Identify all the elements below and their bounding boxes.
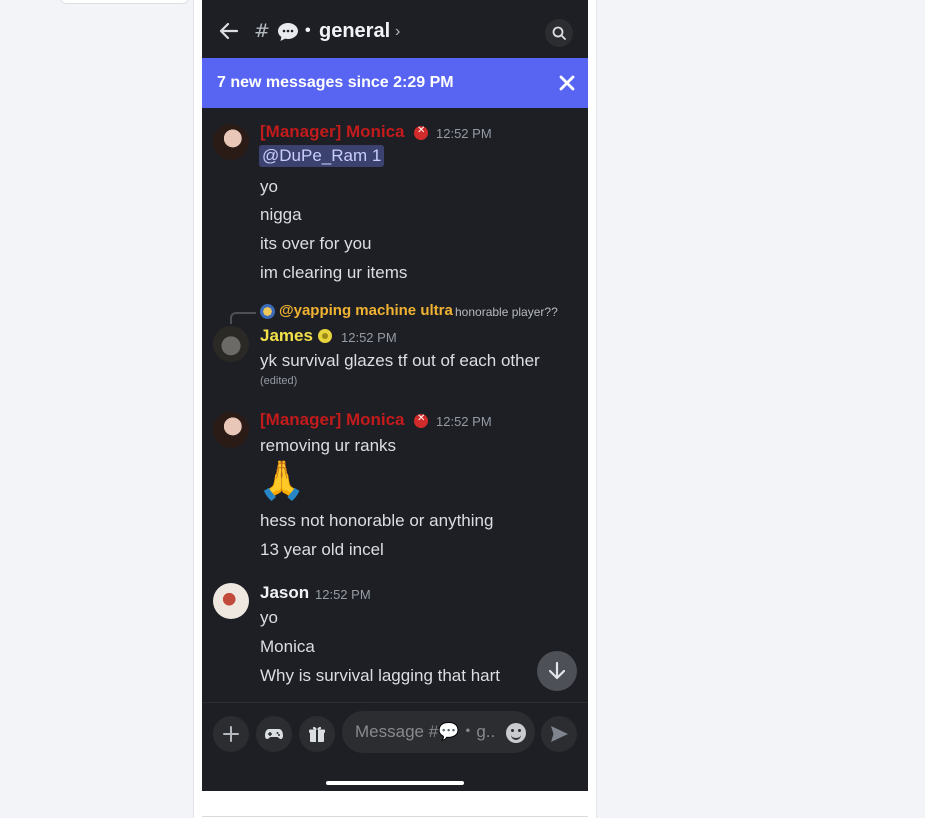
avatar[interactable]: [213, 412, 249, 448]
message-line: nigga: [260, 205, 302, 224]
close-icon[interactable]: [558, 74, 576, 92]
role-badge-icon: [414, 413, 428, 428]
activities-button[interactable]: [256, 716, 292, 752]
message-line: removing ur ranks: [260, 436, 397, 455]
message-line: 13 year old incel: [260, 540, 384, 559]
channel-header: # • general ›: [202, 0, 588, 58]
emoji-icon[interactable]: [506, 723, 526, 743]
avatar[interactable]: [213, 326, 249, 362]
reply-preview[interactable]: honorable player??: [455, 305, 558, 319]
arrow-down-icon: [548, 661, 566, 680]
composer-bar: [202, 702, 588, 791]
message-line: its over for you: [260, 234, 372, 253]
message-list: [Manager] Monica 12:52 PM @DuPe_Ram 1 yo…: [202, 108, 588, 702]
user-mention[interactable]: @DuPe_Ram 1: [259, 145, 385, 167]
plus-icon: [223, 726, 239, 742]
pray-emoji-icon: 🙏: [258, 458, 306, 502]
left-panel-card: [60, 0, 189, 4]
search-icon: [552, 26, 566, 40]
search-button[interactable]: [545, 19, 573, 47]
arrow-left-icon[interactable]: [218, 20, 240, 42]
speech-bubble-icon: [278, 23, 298, 41]
message-line: yo: [260, 608, 278, 627]
home-indicator[interactable]: [326, 781, 464, 785]
message-timestamp: 12:52 PM: [315, 587, 371, 602]
chevron-right-icon[interactable]: ›: [395, 23, 400, 41]
avatar[interactable]: [213, 124, 249, 160]
jump-to-latest-button[interactable]: [537, 651, 577, 691]
channel-title[interactable]: general: [319, 20, 390, 43]
hash-icon: #: [254, 20, 270, 42]
message-line: Monica: [260, 637, 315, 656]
message-line: Why is survival lagging that hart: [260, 666, 500, 685]
add-attachment-button[interactable]: [213, 716, 249, 752]
title-separator: •: [305, 22, 311, 39]
message-line: hess not honorable or anything: [260, 511, 494, 530]
message-author[interactable]: [Manager] Monica: [260, 410, 405, 430]
message-line: yo: [260, 177, 278, 196]
message-timestamp: 12:52 PM: [436, 126, 492, 141]
message-line: yk survival glazes tf out of each other: [260, 351, 540, 370]
gift-button[interactable]: [299, 716, 335, 752]
new-messages-banner[interactable]: 7 new messages since 2:29 PM: [202, 58, 588, 108]
reply-avatar: [260, 304, 275, 319]
reply-author[interactable]: @yapping machine ultra: [279, 302, 453, 319]
banner-text: 7 new messages since 2:29 PM: [217, 74, 454, 91]
message-author[interactable]: James: [260, 326, 313, 346]
role-badge-icon: [414, 125, 428, 140]
badge-icon: [318, 329, 332, 343]
send-icon: [551, 726, 568, 742]
message-timestamp: 12:52 PM: [436, 414, 492, 429]
avatar[interactable]: [213, 583, 249, 619]
gift-icon: [309, 726, 325, 742]
message-timestamp: 12:52 PM: [341, 330, 397, 345]
edited-tag: (edited): [260, 375, 298, 387]
message-author[interactable]: [Manager] Monica: [260, 122, 405, 142]
message-line: im clearing ur items: [260, 263, 408, 282]
message-author[interactable]: Jason: [260, 583, 309, 603]
gamepad-icon: [265, 729, 283, 739]
discord-screen: # • general › 7 new messages since 2:29 …: [202, 0, 588, 791]
reply-connector: [230, 312, 256, 324]
divider: [202, 816, 588, 817]
send-button[interactable]: [541, 716, 577, 752]
